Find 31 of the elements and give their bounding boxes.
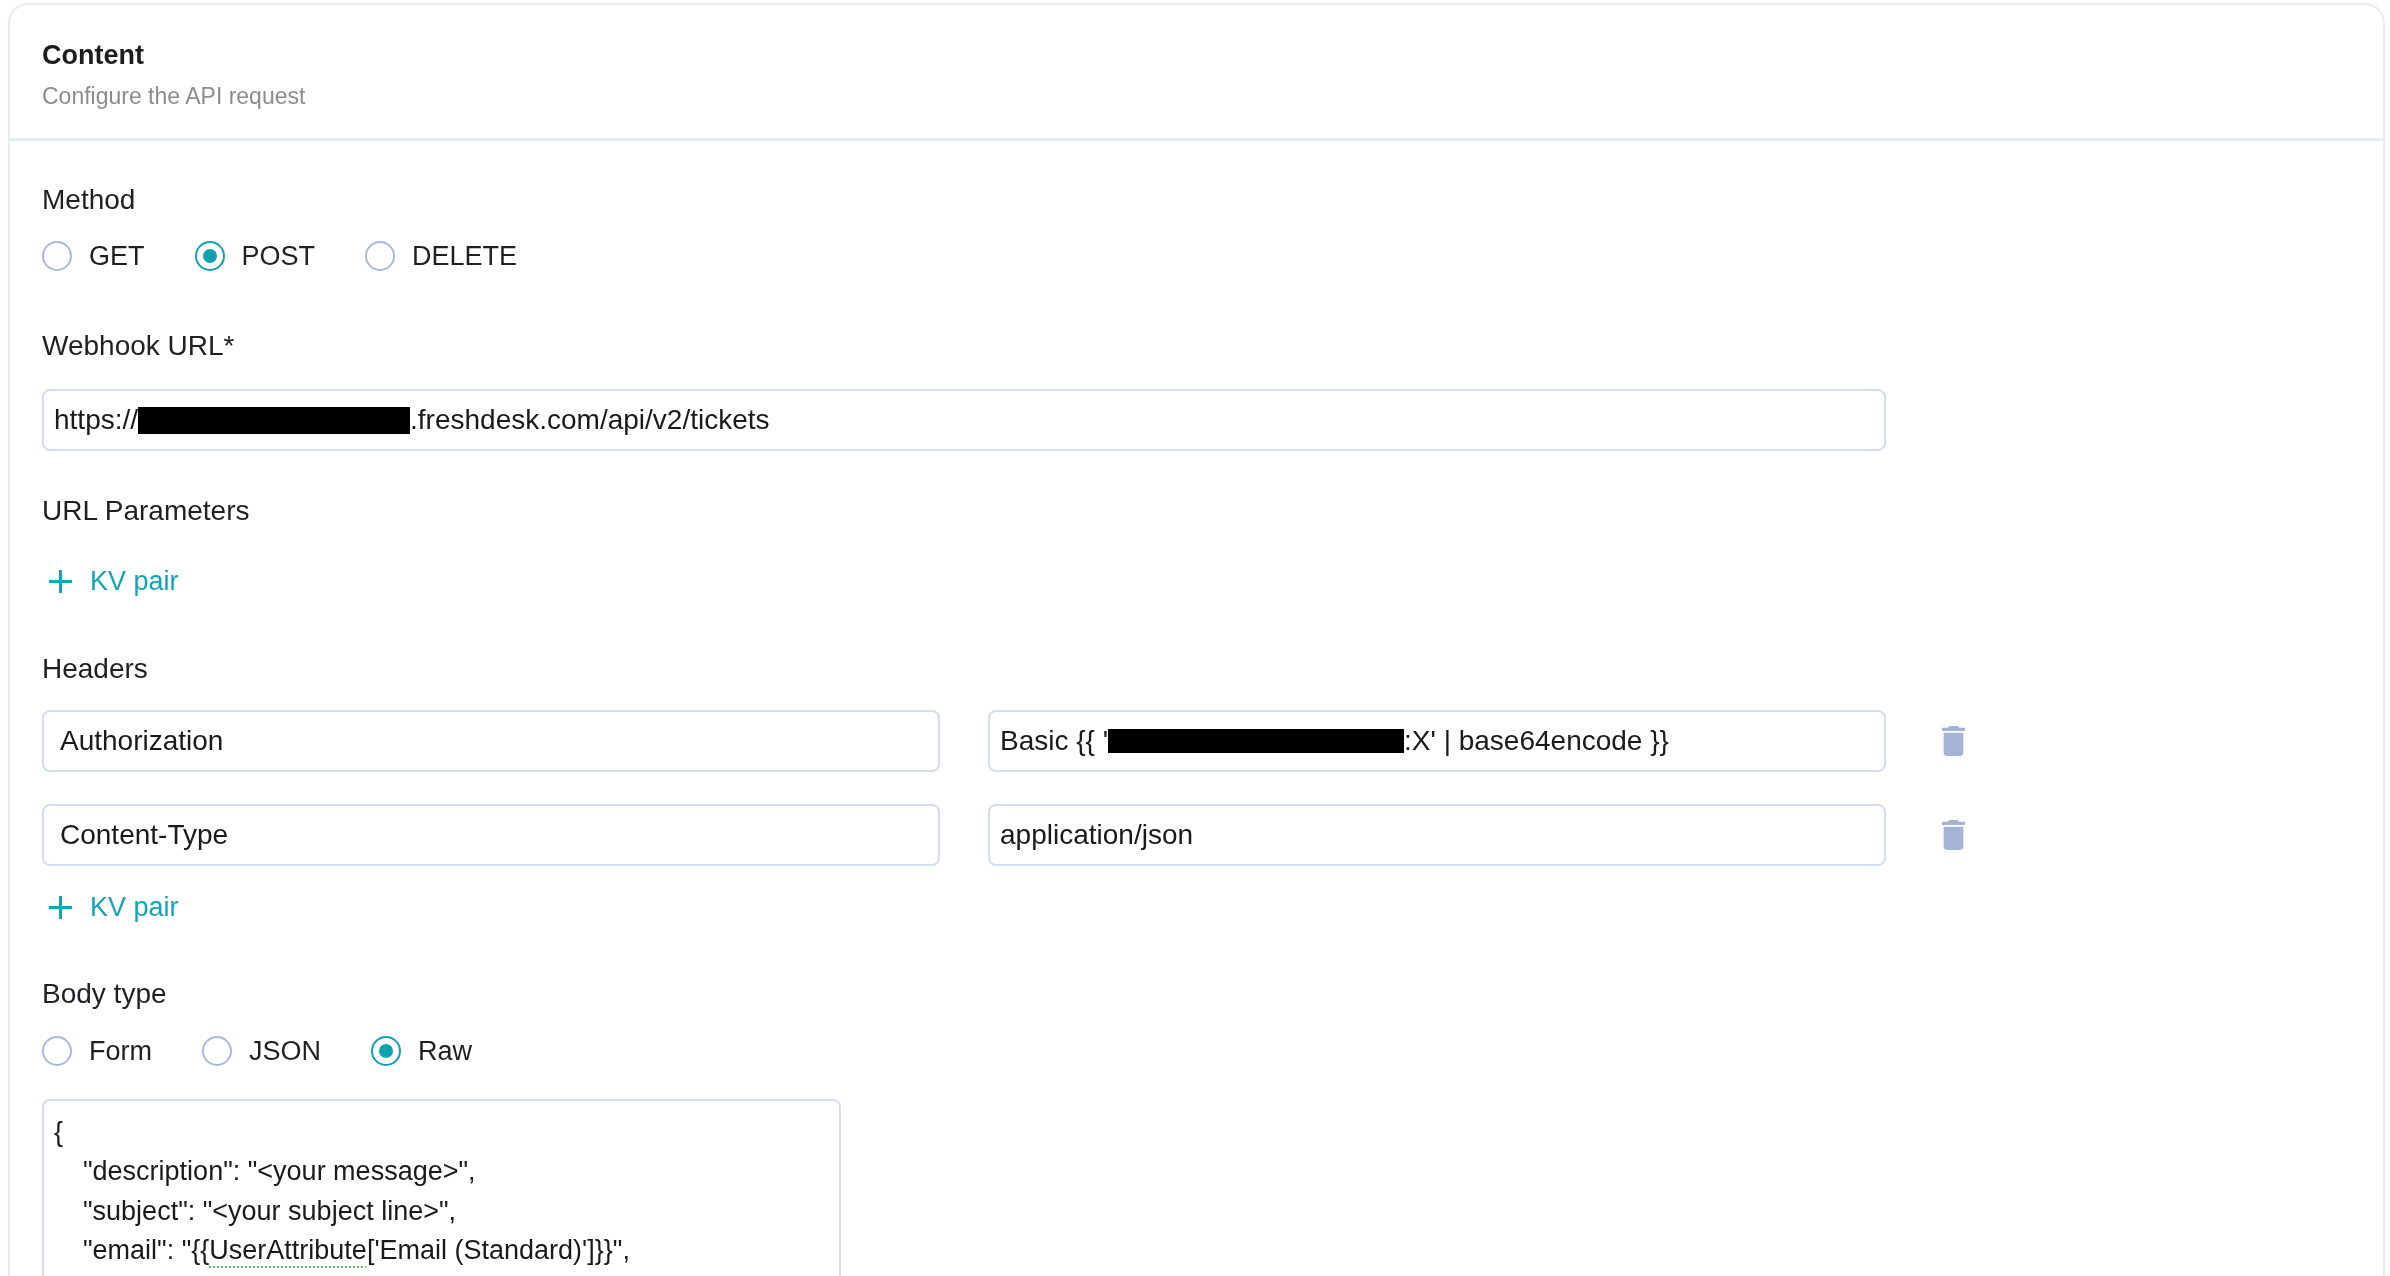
radio-option[interactable]: GET: [42, 238, 145, 274]
radio-option[interactable]: DELETE: [365, 238, 518, 274]
code-text: ['Email (Standard)']}}",: [366, 1234, 630, 1267]
header-key-field[interactable]: Content-Type: [42, 804, 940, 866]
radio-option[interactable]: Raw: [371, 1033, 473, 1069]
panel-title: Content: [42, 39, 144, 71]
panel-subtitle: Configure the API request: [42, 82, 306, 111]
underlined-text: UserAttribute: [209, 1234, 367, 1267]
section-label: Method: [42, 183, 136, 217]
delete-button[interactable]: [1942, 820, 1965, 850]
code-text: "email": "{{: [83, 1234, 210, 1267]
plus-icon: [49, 569, 72, 593]
section-label: Body type: [42, 977, 167, 1011]
radio-option[interactable]: JSON: [202, 1033, 321, 1069]
header-value-field[interactable]: application/json: [988, 804, 1886, 866]
trash-icon: [1942, 726, 1965, 756]
header-value-field[interactable]: Basic {{ ' :X' | base64encode }}: [988, 710, 1886, 772]
code-text: {: [54, 1115, 64, 1149]
section-label: Webhook URL*: [42, 329, 235, 363]
radio-option[interactable]: Form: [42, 1033, 152, 1069]
section-label: URL Parameters: [42, 494, 250, 528]
delete-button[interactable]: [1942, 726, 1965, 756]
plus-icon: [49, 895, 72, 919]
trash-icon: [1942, 820, 1965, 850]
radio-option[interactable]: POST: [194, 238, 316, 274]
body-text-area[interactable]: { "description": "<your message>", "subject": "<your subject line>", "email": "{{UserAttribute['Email (Standard)']}}",: [42, 1099, 841, 1276]
code-text: "description": "<your message>",: [83, 1155, 476, 1188]
url-field[interactable]: https:// .freshdesk.com/api/v2/tickets: [42, 389, 1886, 451]
section-label: Headers: [42, 652, 148, 686]
code-text: "subject": "<your subject line>",: [83, 1194, 457, 1228]
header-key-field[interactable]: Authorization: [42, 710, 940, 772]
